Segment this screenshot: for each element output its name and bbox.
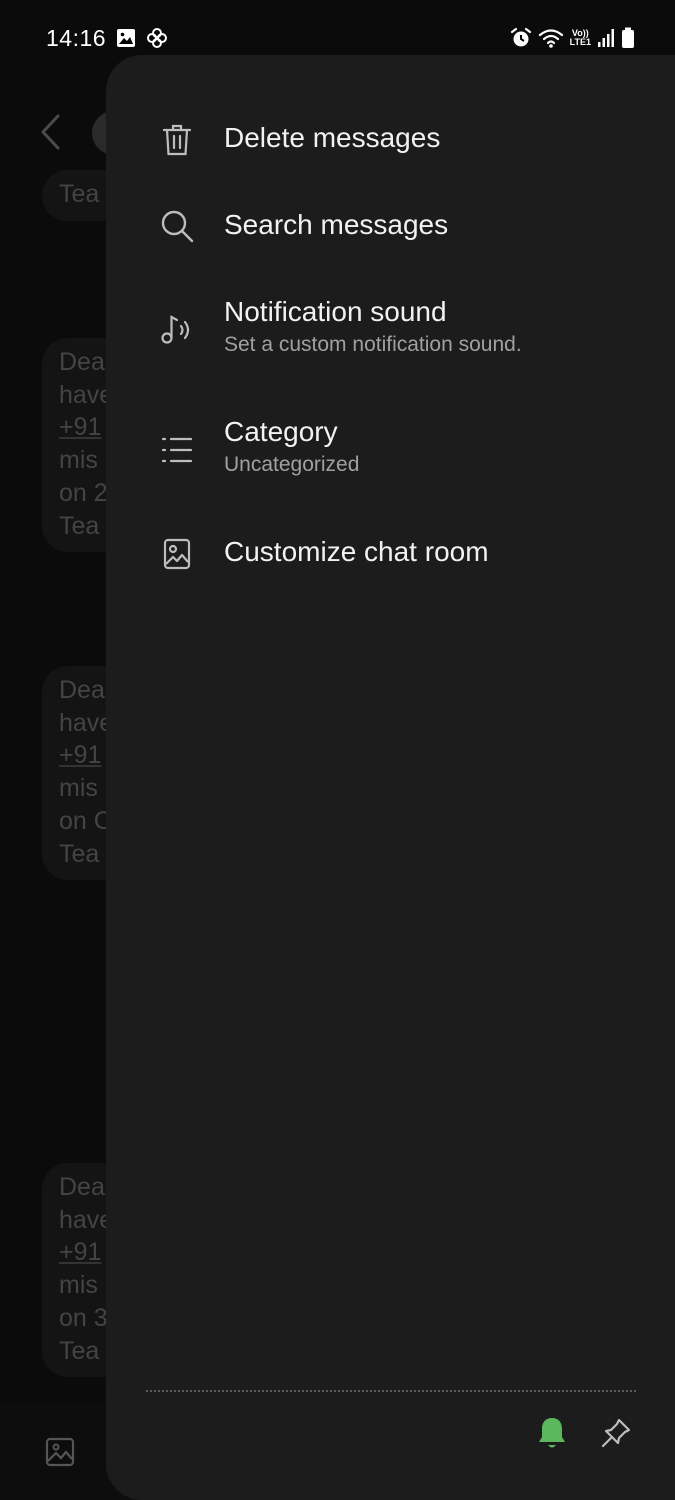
battery-icon [621,27,635,49]
menu-label: Delete messages [224,122,441,153]
music-note-icon [158,311,196,349]
menu-label: Notification sound [224,296,447,327]
menu-label: Customize chat room [224,536,489,567]
menu-sublabel: Set a custom notification sound. [224,333,522,356]
signal-icon [597,28,615,48]
menu-item-notification-sound[interactable]: Notification sound Set a custom notifica… [106,289,675,389]
gallery-notification-icon [116,28,136,48]
alarm-icon [510,27,532,49]
status-bar: 14:16 Vo)) LTE1 [0,0,675,76]
gallery-icon[interactable] [45,1437,75,1472]
volte-lte-icon: Vo)) LTE1 [569,28,591,47]
screen: Tea Dea have +91 mis on 2 Tea Dea have +… [0,0,675,1500]
pin-icon[interactable] [594,1411,638,1455]
divider [146,1390,636,1392]
menu-label: Search messages [224,209,449,240]
menu-sublabel: Uncategorized [224,453,360,476]
menu-item-category[interactable]: Category Uncategorized [106,409,675,509]
status-clock: 14:16 [46,24,107,51]
side-drawer-menu: Delete messages Search messages Notifica… [106,55,675,1500]
trash-icon [158,121,196,159]
list-icon [158,431,196,469]
back-icon[interactable] [38,113,64,156]
menu-item-delete-messages[interactable]: Delete messages [106,115,675,187]
search-icon [158,207,196,245]
menu-item-customize-chat-room[interactable]: Customize chat room [106,529,675,601]
bell-icon[interactable] [530,1411,574,1455]
image-icon [158,535,196,573]
menu-item-search-messages[interactable]: Search messages [106,202,675,274]
menu-label: Category [224,416,338,447]
wifi-icon [538,27,564,49]
pinwheel-icon [146,27,168,49]
